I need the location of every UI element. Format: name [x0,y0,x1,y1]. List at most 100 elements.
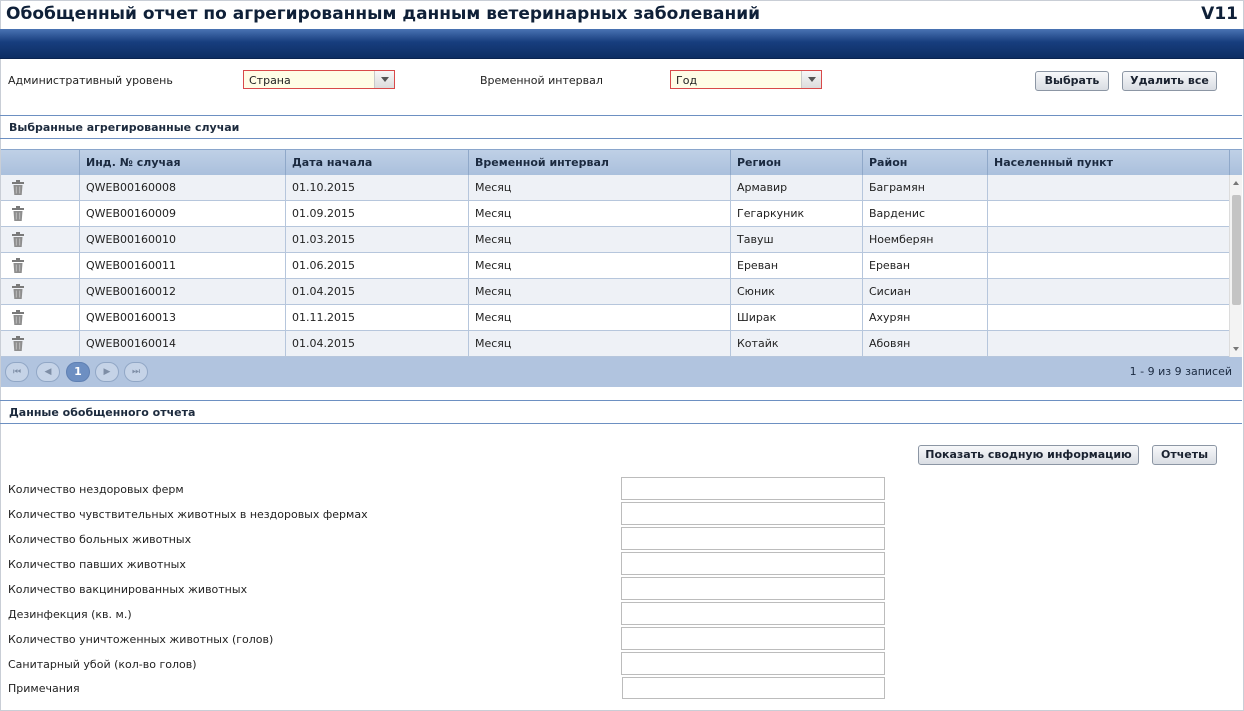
dead-animals-field[interactable] [621,552,885,575]
pager-info: 1 - 9 из 9 записей [1129,365,1232,378]
cell-interval: Месяц [468,331,730,356]
page-title: Обобщенный отчет по агрегированным данны… [6,4,761,24]
header-district[interactable]: Район [862,150,987,176]
scroll-thumb[interactable] [1232,195,1241,305]
delete-all-button[interactable]: Удалить все [1122,71,1217,91]
cases-section-header: Выбранные агрегированные случаи [0,115,1242,139]
cell-interval: Месяц [468,227,730,252]
admin-level-label: Административный уровень [8,74,173,87]
cell-region: Сюник [730,279,862,304]
trash-icon[interactable] [12,258,24,273]
time-interval-select[interactable]: Год [670,70,822,89]
susceptible-animals-field[interactable] [621,502,885,525]
prev-page-button[interactable]: ◀ [36,362,60,382]
cell-case-id: QWEB00160008 [79,175,285,200]
field-label-dead-animals: Количество павших животных [8,558,186,571]
report-section-header: Данные обобщенного отчета [0,400,1242,424]
admin-level-select[interactable]: Страна [243,70,395,89]
notes-field[interactable] [622,677,885,699]
cell-district: Ноемберян [862,227,987,252]
field-label-vaccinated-animals: Количество вакцинированных животных [8,583,248,596]
report-section-title: Данные обобщенного отчета [9,406,196,419]
sanitary-slaughter-field[interactable] [621,652,885,675]
cell-settlement [987,227,1229,252]
table-row[interactable]: QWEB00160010 01.03.2015 Месяц Тавуш Ноем… [1,227,1229,253]
cell-interval: Месяц [468,305,730,330]
disinfection-field[interactable] [621,602,885,625]
field-label-susceptible-animals: Количество чувствительных животных в нез… [8,508,368,521]
cell-start-date: 01.11.2015 [285,305,468,330]
table-row[interactable]: QWEB00160011 01.06.2015 Месяц Ереван Ере… [1,253,1229,279]
cell-case-id: QWEB00160010 [79,227,285,252]
show-summary-button[interactable]: Показать сводную информацию [918,445,1139,465]
table-row[interactable]: QWEB00160008 01.10.2015 Месяц Армавир Ба… [1,175,1229,201]
cell-start-date: 01.04.2015 [285,331,468,356]
table-row[interactable]: QWEB00160014 01.04.2015 Месяц Котайк Або… [1,331,1229,357]
select-button[interactable]: Выбрать [1035,71,1109,91]
first-page-button[interactable]: ⏮ [5,362,29,382]
table-row[interactable]: QWEB00160009 01.09.2015 Месяц Гегаркуник… [1,201,1229,227]
table-row[interactable]: QWEB00160013 01.11.2015 Месяц Ширак Ахур… [1,305,1229,331]
cell-case-id: QWEB00160014 [79,331,285,356]
cell-district: Сисиан [862,279,987,304]
chevron-down-icon[interactable] [374,71,394,88]
cell-interval: Месяц [468,201,730,226]
grid-pager: ⏮ ◀ 1 ▶ ⏭ 1 - 9 из 9 записей [1,357,1242,387]
header-scroll-spacer [1229,150,1242,176]
cell-start-date: 01.06.2015 [285,253,468,278]
field-label-sick-animals: Количество больных животных [8,533,192,546]
trash-icon[interactable] [12,180,24,195]
cell-region: Ширак [730,305,862,330]
trash-icon[interactable] [12,310,24,325]
sick-animals-field[interactable] [621,527,885,550]
unhealthy-farms-field[interactable] [621,477,885,500]
cell-start-date: 01.09.2015 [285,201,468,226]
cell-region: Ереван [730,253,862,278]
cell-region: Котайк [730,331,862,356]
current-page-button[interactable]: 1 [66,362,90,382]
cases-grid: Инд. № случая Дата начала Временной инте… [1,149,1242,387]
cell-interval: Месяц [468,279,730,304]
table-row[interactable]: QWEB00160012 01.04.2015 Месяц Сюник Сиси… [1,279,1229,305]
trash-icon[interactable] [12,232,24,247]
cell-case-id: QWEB00160009 [79,201,285,226]
cell-district: Абовян [862,331,987,356]
scroll-up-icon[interactable] [1233,181,1239,185]
scroll-down-icon[interactable] [1233,347,1239,351]
header-case-id[interactable]: Инд. № случая [79,150,285,176]
header-start-date[interactable]: Дата начала [285,150,468,176]
cell-district: Ахурян [862,305,987,330]
grid-scrollbar[interactable] [1229,175,1242,357]
last-page-button[interactable]: ⏭ [124,362,148,382]
trash-icon[interactable] [12,284,24,299]
header-actions [1,150,79,176]
cell-start-date: 01.03.2015 [285,227,468,252]
cell-settlement [987,253,1229,278]
header-time-interval[interactable]: Временной интервал [468,150,730,176]
header-band [0,29,1244,59]
cell-region: Тавуш [730,227,862,252]
cell-case-id: QWEB00160011 [79,253,285,278]
chevron-down-icon[interactable] [801,71,821,88]
version-label: V11 [1201,4,1238,24]
trash-icon[interactable] [12,206,24,221]
header-region[interactable]: Регион [730,150,862,176]
cell-interval: Месяц [468,253,730,278]
field-label-disinfection: Дезинфекция (кв. м.) [8,608,132,621]
vaccinated-animals-field[interactable] [621,577,885,600]
trash-icon[interactable] [12,336,24,351]
destroyed-animals-field[interactable] [621,627,885,650]
cell-settlement [987,305,1229,330]
header-settlement[interactable]: Населенный пункт [987,150,1229,176]
cell-district: Баграмян [862,175,987,200]
field-label-unhealthy-farms: Количество нездоровых ферм [8,483,184,496]
cell-region: Армавир [730,175,862,200]
reports-button[interactable]: Отчеты [1152,445,1217,465]
time-interval-value: Год [676,74,698,87]
next-page-button[interactable]: ▶ [95,362,119,382]
cell-interval: Месяц [468,175,730,200]
field-label-destroyed-animals: Количество уничтоженных животных (голов) [8,633,274,646]
cell-case-id: QWEB00160012 [79,279,285,304]
grid-rows: QWEB00160008 01.10.2015 Месяц Армавир Ба… [1,175,1229,357]
grid-header: Инд. № случая Дата начала Временной инте… [1,149,1242,176]
